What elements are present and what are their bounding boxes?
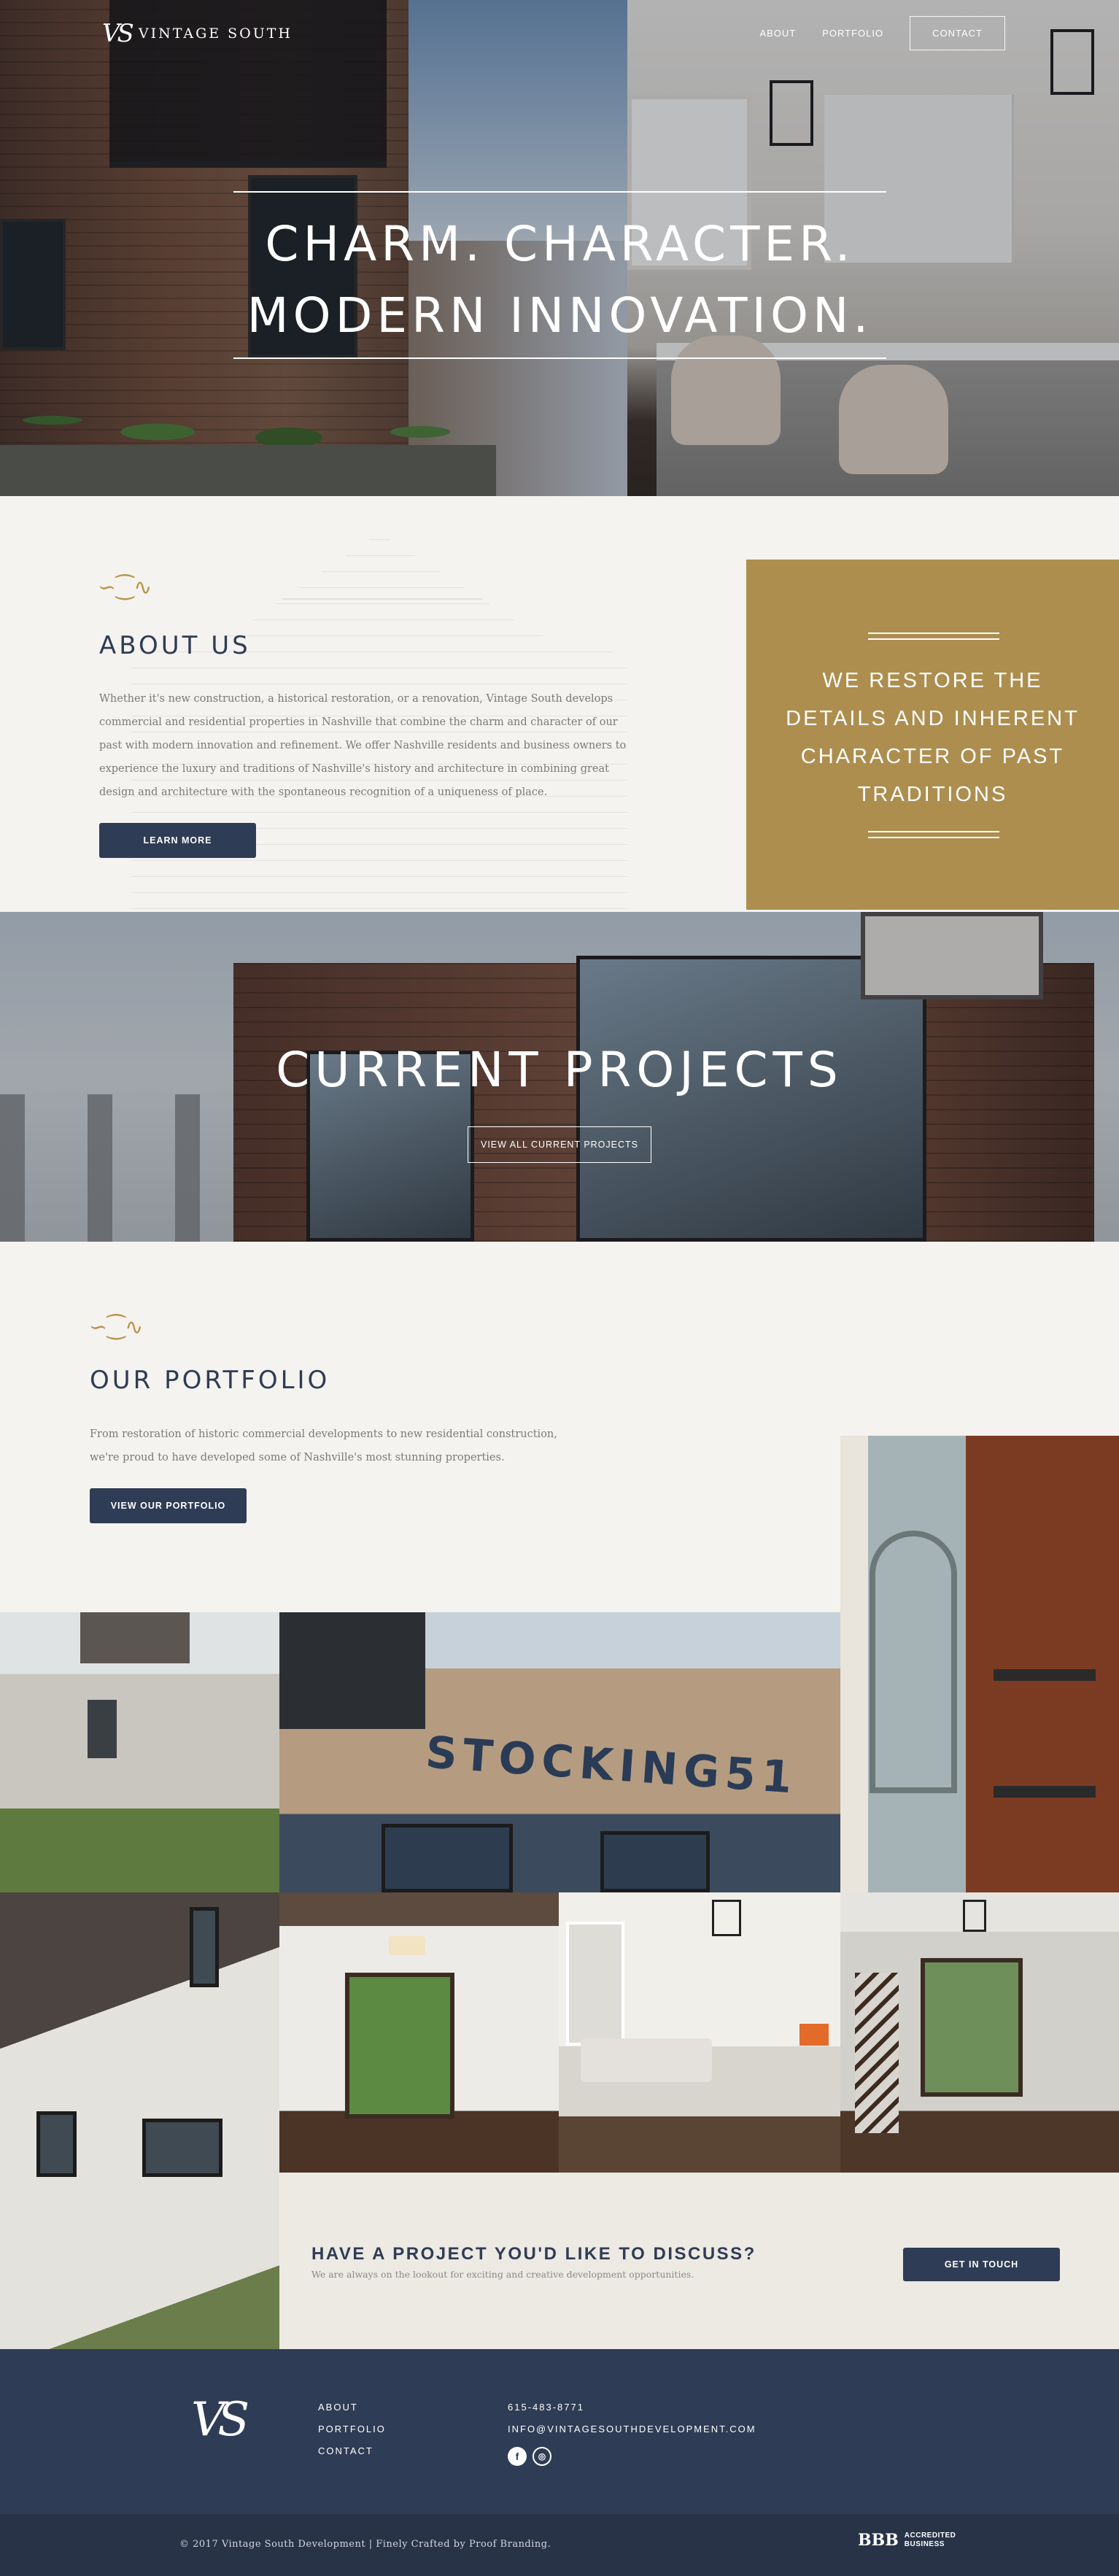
portfolio-body: From restoration of historic commercial … bbox=[90, 1428, 557, 1463]
balcony-image bbox=[279, 1612, 425, 1729]
roof-image bbox=[80, 1612, 190, 1663]
house-window-image bbox=[190, 1907, 219, 1987]
footer-link-contact[interactable]: Contact bbox=[318, 2445, 386, 2456]
view-portfolio-button[interactable]: View Our Portfolio bbox=[90, 1488, 247, 1523]
portfolio-photo-foyer[interactable] bbox=[840, 1892, 1119, 2173]
cta-title: HAVE A PROJECT YOU'D LIKE TO DISCUSS? bbox=[311, 2244, 756, 2264]
stocking-window-image bbox=[382, 1824, 513, 1892]
portfolio-title: OUR PORTFOLIO bbox=[90, 1366, 330, 1395]
current-projects-banner: CURRENT PROJECTS View All Current Projec… bbox=[0, 912, 1119, 1242]
cta-section: HAVE A PROJECT YOU'D LIKE TO DISCUSS? We… bbox=[279, 2173, 1119, 2349]
stocking-window-image bbox=[600, 1831, 710, 1892]
callout-rule-bottom bbox=[868, 837, 999, 838]
bbb-seal-icon: BBB bbox=[858, 2531, 899, 2550]
social-links: f ◎ bbox=[508, 2447, 756, 2466]
logo-mark: VS bbox=[102, 19, 134, 48]
copyright-text: © 2017 Vintage South Development | Finel… bbox=[179, 2539, 551, 2550]
house-window-image bbox=[88, 1700, 117, 1758]
hero-headline: CHARM. CHARACTER. MODERN INNOVATION. bbox=[233, 191, 886, 359]
footer-nav: About Portfolio Contact bbox=[318, 2402, 386, 2456]
restore-callout: WE RESTORE THE DETAILS AND INHERENT CHAR… bbox=[746, 560, 1119, 910]
restore-callout-text: WE RESTORE THE DETAILS AND INHERENT CHAR… bbox=[786, 669, 1080, 806]
callout-rule-bottom bbox=[868, 831, 999, 832]
view-current-projects-button[interactable]: View All Current Projects bbox=[468, 1126, 651, 1163]
nav-contact-button[interactable]: Contact bbox=[910, 16, 1005, 50]
house-window-image bbox=[142, 2119, 222, 2177]
window-image bbox=[566, 1922, 624, 2046]
staircase-image bbox=[855, 1973, 899, 2133]
house-window-image bbox=[36, 2111, 77, 2177]
site-footer: VS About Portfolio Contact 615-483-8771 … bbox=[0, 2349, 1119, 2514]
main-nav: About Portfolio Contact bbox=[759, 16, 1005, 50]
current-projects-title: CURRENT PROJECTS bbox=[276, 1042, 843, 1098]
nav-portfolio[interactable]: Portfolio bbox=[822, 28, 883, 39]
footer-bottom-bar: © 2017 Vintage South Development | Finel… bbox=[0, 2514, 1119, 2576]
hero-title-line1: CHARM. CHARACTER. bbox=[265, 216, 855, 272]
portfolio-photo-living-room[interactable] bbox=[559, 1892, 840, 2173]
footer-link-about[interactable]: About bbox=[318, 2402, 386, 2413]
learn-more-button[interactable]: Learn More bbox=[99, 823, 256, 858]
flourish-icon: ∽⁐∿ bbox=[89, 1315, 144, 1340]
portfolio-photo-door[interactable] bbox=[840, 1436, 1119, 1892]
hero-section: VS Vintage South About Portfolio Contact… bbox=[0, 0, 1119, 496]
portfolio-photo-house-exterior[interactable] bbox=[0, 1612, 279, 1892]
doorway-image bbox=[345, 1973, 454, 2119]
hero-title-line2: MODERN INNOVATION. bbox=[247, 287, 873, 344]
instagram-icon[interactable]: ◎ bbox=[533, 2447, 551, 2466]
footer-contact: 615-483-8771 INFO@VINTAGESOUTHDEVELOPMEN… bbox=[508, 2402, 756, 2466]
door-hinge-image bbox=[994, 1669, 1096, 1681]
footer-phone[interactable]: 615-483-8771 bbox=[508, 2402, 756, 2413]
footer-email[interactable]: INFO@VINTAGESOUTHDEVELOPMENT.COM bbox=[508, 2424, 756, 2434]
arched-window-image bbox=[870, 1531, 957, 1793]
cta-subtitle: We are always on the lookout for excitin… bbox=[311, 2269, 694, 2280]
lantern-image bbox=[712, 1900, 741, 1936]
about-title: ABOUT US bbox=[99, 631, 251, 660]
doorway-image bbox=[921, 1958, 1023, 2097]
facebook-icon[interactable]: f bbox=[508, 2447, 527, 2466]
bbb-line1: ACCREDITED bbox=[904, 2531, 956, 2540]
footer-link-portfolio[interactable]: Portfolio bbox=[318, 2424, 386, 2434]
bbb-accredited-badge[interactable]: BBB ACCREDITED BUSINESS bbox=[858, 2531, 956, 2549]
get-in-touch-button[interactable]: Get In Touch bbox=[903, 2248, 1060, 2281]
footer-logo[interactable]: VS bbox=[191, 2393, 249, 2447]
hero-rule-bottom bbox=[233, 357, 886, 359]
hero-rule-top bbox=[233, 191, 886, 193]
logo-wordmark: Vintage South bbox=[138, 26, 293, 42]
hero-title: CHARM. CHARACTER. MODERN INNOVATION. bbox=[233, 209, 886, 352]
site-logo[interactable]: VS Vintage South bbox=[102, 19, 293, 48]
pendant-light-image bbox=[389, 1936, 425, 1955]
bbb-badge-text: ACCREDITED BUSINESS bbox=[905, 2531, 956, 2549]
bbb-line2: BUSINESS bbox=[904, 2540, 945, 2548]
lantern-image bbox=[963, 1900, 986, 1932]
fireplace-image bbox=[799, 2024, 829, 2046]
flourish-icon: ∽⁐∿ bbox=[98, 575, 152, 600]
stocking51-sign: STOCKING51 bbox=[424, 1727, 799, 1804]
about-section: ∽⁐∿ ABOUT US Whether it's new constructi… bbox=[0, 496, 746, 963]
portfolio-photo-white-brick-house[interactable] bbox=[0, 1892, 279, 2349]
portfolio-photo-stocking51[interactable]: STOCKING51 bbox=[279, 1612, 840, 1892]
callout-rule-top bbox=[868, 638, 999, 640]
portfolio-photo-entryway[interactable] bbox=[279, 1892, 559, 2173]
sofa-image bbox=[581, 2038, 712, 2082]
about-body: Whether it's new construction, a histori… bbox=[99, 693, 627, 798]
door-hinge-image bbox=[994, 1786, 1096, 1798]
callout-rule-top bbox=[868, 633, 999, 634]
nav-about[interactable]: About bbox=[759, 28, 796, 39]
